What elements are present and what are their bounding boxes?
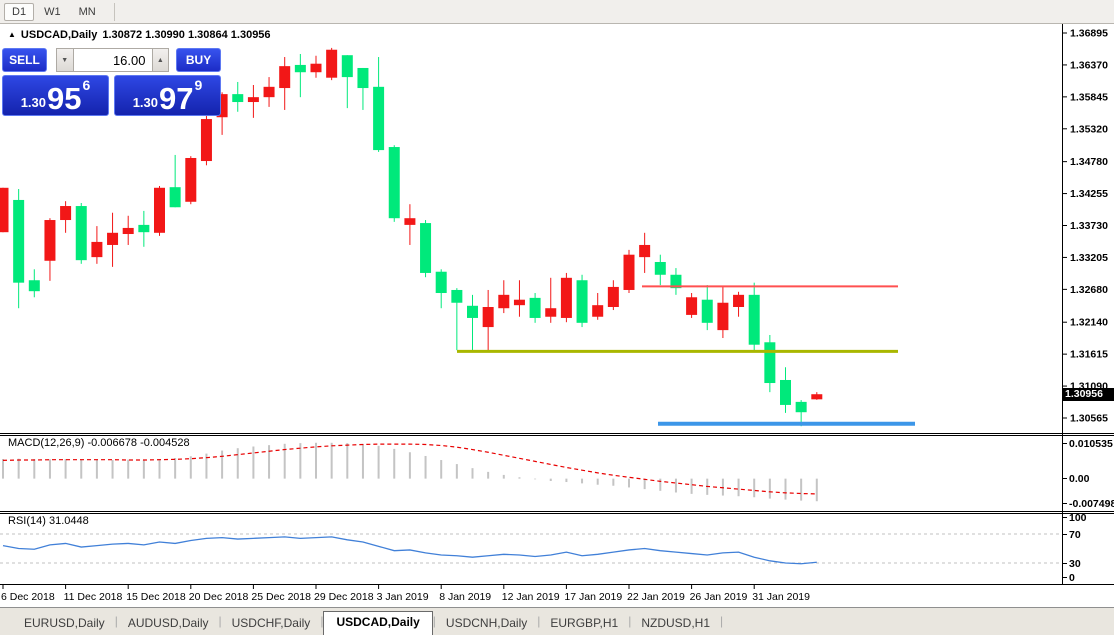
svg-text:25 Dec 2018: 25 Dec 2018 — [251, 591, 311, 603]
timeframe-button-mn[interactable]: MN — [71, 3, 104, 21]
svg-text:1.35320: 1.35320 — [1070, 123, 1108, 135]
svg-text:11 Dec 2018: 11 Dec 2018 — [64, 591, 123, 603]
tab-separator: | — [720, 614, 723, 630]
svg-text:1.35845: 1.35845 — [1070, 91, 1108, 103]
horizontal-lines — [457, 286, 915, 423]
chart-tab-eurgbp[interactable]: EURGBP,H1 — [540, 613, 628, 635]
sell-price-box[interactable]: 1.30 95 6 — [2, 75, 109, 116]
price-axis: 1.36895 1.36370 1.35845 1.35320 1.34780 1.342… — [1062, 28, 1108, 425]
buy-price-pip-digit: 9 — [195, 77, 203, 93]
svg-text:20 Dec 2018: 20 Dec 2018 — [189, 591, 249, 603]
svg-text:1.33730: 1.33730 — [1070, 220, 1108, 232]
toolbar-separator — [114, 3, 115, 21]
svg-text:1.34255: 1.34255 — [1070, 188, 1108, 200]
svg-text:3 Jan 2019: 3 Jan 2019 — [377, 591, 429, 603]
current-price-tag: 1.30956 — [1063, 388, 1114, 401]
buy-price-big-digits: 97 — [159, 84, 193, 113]
chart-tab-usdcnh[interactable]: USDCNH,Daily — [436, 613, 537, 635]
timeframe-button-d1[interactable]: D1 — [4, 3, 34, 21]
svg-text:12 Jan 2019: 12 Jan 2019 — [502, 591, 560, 603]
volume-decrease-button[interactable]: ▼ — [56, 48, 73, 72]
svg-text:0: 0 — [1069, 572, 1075, 584]
svg-text:26 Jan 2019: 26 Jan 2019 — [690, 591, 748, 603]
chart-ohlc-values: 1.30872 1.30990 1.30864 1.30956 — [102, 29, 270, 41]
svg-text:1.33205: 1.33205 — [1070, 252, 1108, 264]
svg-text:1.32140: 1.32140 — [1070, 317, 1108, 329]
svg-text:0.010535: 0.010535 — [1069, 438, 1113, 450]
sell-button[interactable]: SELL — [2, 48, 47, 72]
rsi-line — [3, 537, 817, 564]
svg-text:17 Jan 2019: 17 Jan 2019 — [564, 591, 622, 603]
svg-text:1.30565: 1.30565 — [1070, 413, 1108, 425]
chart-title-bar: ▲ USDCAD,Daily 1.30872 1.30990 1.30864 1… — [8, 29, 271, 41]
sell-price-big-digits: 95 — [47, 84, 81, 113]
chart-tab-audusd[interactable]: AUDUSD,Daily — [118, 613, 219, 635]
svg-text:70: 70 — [1069, 529, 1081, 541]
svg-text:29 Dec 2018: 29 Dec 2018 — [314, 591, 374, 603]
buy-button[interactable]: BUY — [176, 48, 221, 72]
svg-text:30: 30 — [1069, 558, 1081, 570]
one-click-trading-panel: SELL ▼ ▲ BUY 1.30 95 6 1.30 97 9 — [2, 48, 221, 116]
svg-text:1.36370: 1.36370 — [1070, 59, 1108, 71]
collapse-triangle-icon[interactable]: ▲ — [8, 30, 16, 39]
chart-tab-usdchf[interactable]: USDCHF,Daily — [222, 613, 321, 635]
buy-price-prefix: 1.30 — [133, 95, 158, 110]
svg-text:1.34780: 1.34780 — [1070, 156, 1108, 168]
svg-text:8 Jan 2019: 8 Jan 2019 — [439, 591, 491, 603]
svg-text:0.00: 0.00 — [1069, 473, 1090, 485]
svg-text:15 Dec 2018: 15 Dec 2018 — [126, 591, 186, 603]
chart-symbol-title: USDCAD,Daily — [21, 29, 97, 41]
svg-text:22 Jan 2019: 22 Jan 2019 — [627, 591, 685, 603]
svg-text:6 Dec 2018: 6 Dec 2018 — [1, 591, 55, 603]
svg-text:-0.007498: -0.007498 — [1069, 498, 1114, 510]
macd-histogram — [2, 443, 818, 501]
chart-tab-eurusd[interactable]: EURUSD,Daily — [14, 613, 115, 635]
volume-increase-button[interactable]: ▲ — [153, 48, 170, 72]
rsi-level-lines — [0, 534, 1062, 563]
chart-tab-nzdusd[interactable]: NZDUSD,H1 — [631, 613, 720, 635]
chart-tab-bar: EURUSD,Daily|AUDUSD,Daily|USDCHF,Daily|U… — [0, 607, 1114, 635]
rsi-indicator-label: RSI(14) 31.0448 — [8, 515, 89, 527]
timeframe-button-w1[interactable]: W1 — [36, 3, 69, 21]
timeframe-toolbar: D1W1MN — [0, 0, 1114, 24]
svg-text:31 Jan 2019: 31 Jan 2019 — [752, 591, 810, 603]
macd-indicator-label: MACD(12,26,9) -0.006678 -0.004528 — [8, 437, 190, 449]
date-axis: 6 Dec 2018 11 Dec 201815 Dec 201820 Dec 2… — [1, 585, 810, 603]
volume-input[interactable] — [73, 48, 153, 72]
svg-text:1.32680: 1.32680 — [1070, 284, 1108, 296]
mt4-window: 1.36895 1.36370 1.35845 1.35320 1.34780 1.342… — [0, 0, 1114, 635]
svg-text:1.31615: 1.31615 — [1070, 349, 1108, 361]
buy-price-box[interactable]: 1.30 97 9 — [114, 75, 221, 116]
sell-price-pip-digit: 6 — [83, 77, 91, 93]
svg-text:1.36895: 1.36895 — [1070, 28, 1108, 40]
chart-tab-usdcad[interactable]: USDCAD,Daily — [323, 611, 432, 635]
sell-price-prefix: 1.30 — [21, 95, 46, 110]
macd-axis: 0.010535 0.00 -0.007498 — [1062, 438, 1114, 510]
rsi-axis: 10070300 — [1062, 512, 1087, 584]
